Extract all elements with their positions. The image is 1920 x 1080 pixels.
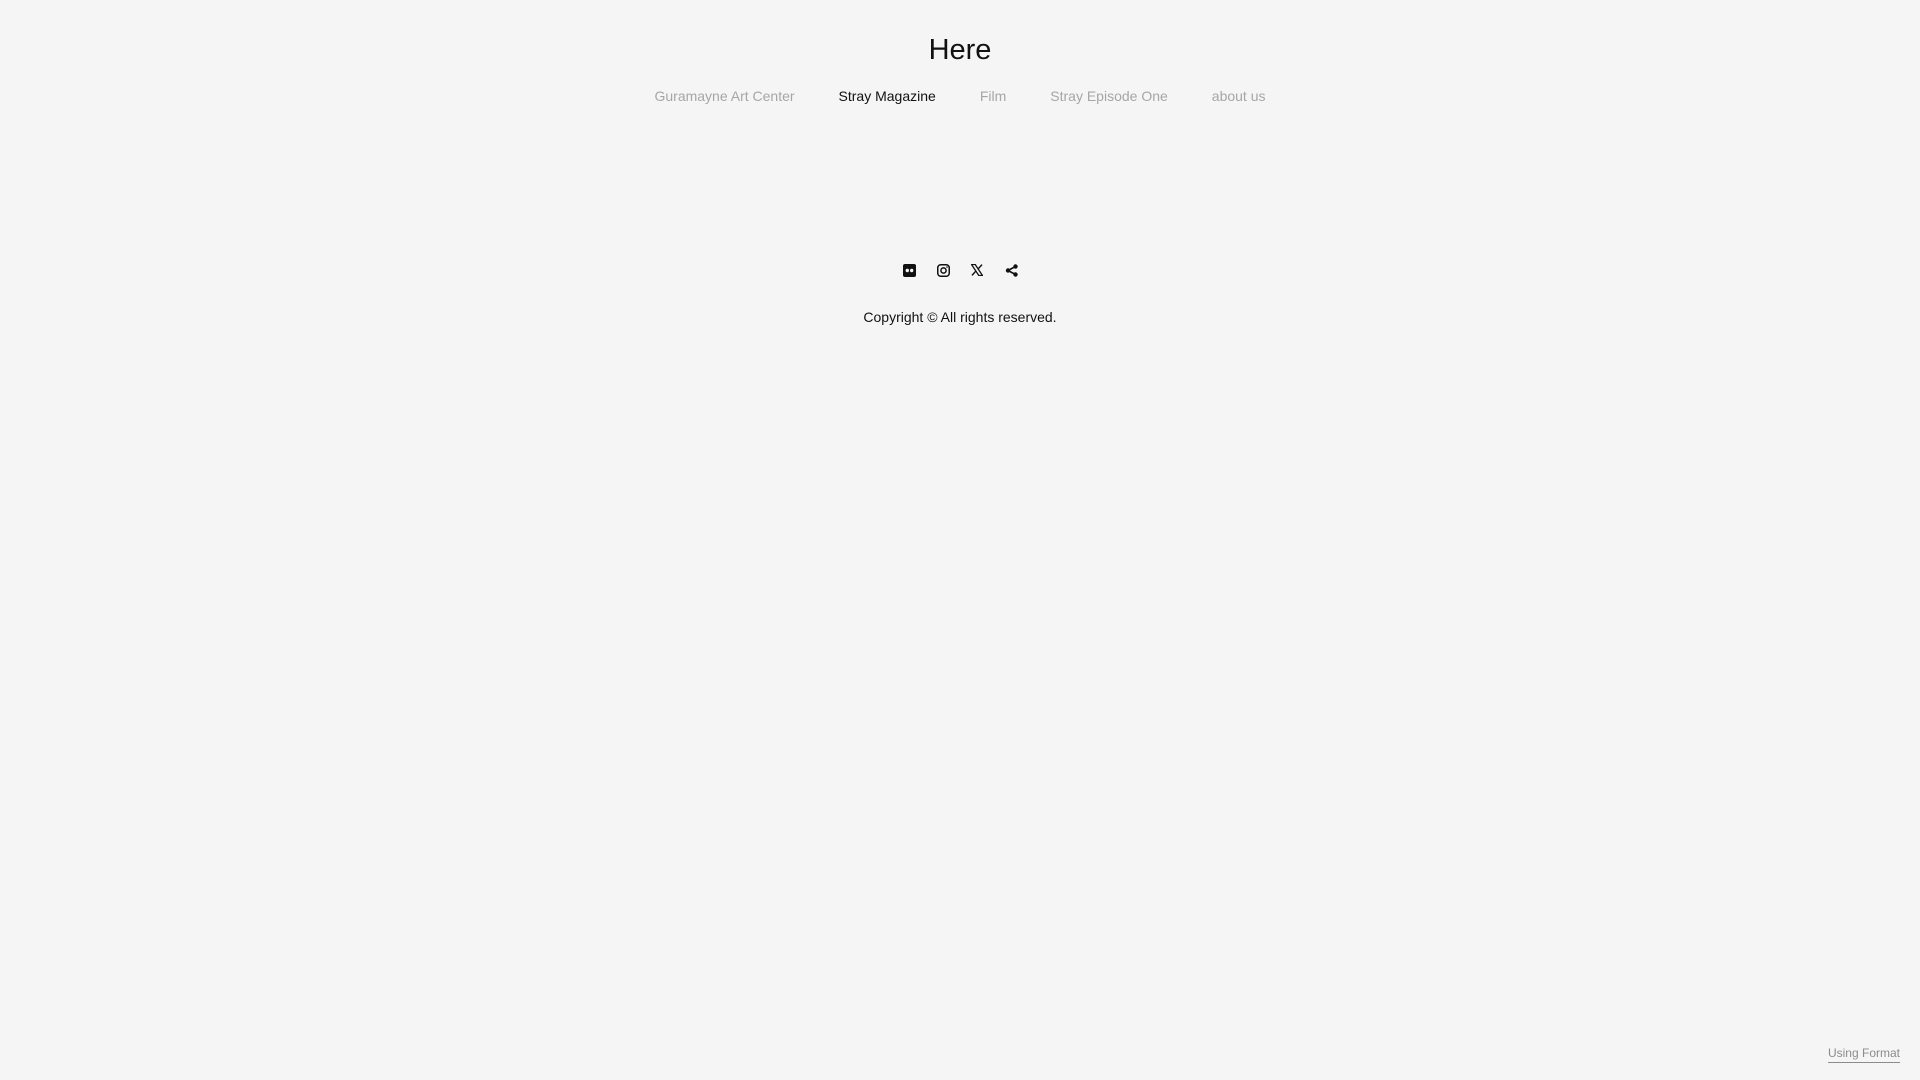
social-links <box>0 259 1920 281</box>
nav-item-stray-magazine[interactable]: Stray Magazine <box>839 85 936 107</box>
main-nav: Guramayne Art Center Stray Magazine Film… <box>0 85 1920 107</box>
page: Here Guramayne Art Center Stray Magazine… <box>0 0 1920 1080</box>
instagram-icon[interactable] <box>936 259 950 281</box>
nav-item-guramayne-art-center[interactable]: Guramayne Art Center <box>654 85 794 107</box>
flickr-icon[interactable] <box>902 259 916 281</box>
site-title[interactable]: Here <box>0 30 1920 70</box>
nav-item-stray-episode-one[interactable]: Stray Episode One <box>1050 85 1168 107</box>
share-icon[interactable] <box>1004 259 1018 281</box>
nav-item-film[interactable]: Film <box>980 85 1006 107</box>
using-format-link[interactable]: Using Format <box>1827 1045 1900 1063</box>
nav-item-about-us[interactable]: about us <box>1212 85 1266 107</box>
x-icon[interactable] <box>970 259 984 281</box>
copyright-text: Copyright © All rights reserved. <box>863 309 1057 325</box>
